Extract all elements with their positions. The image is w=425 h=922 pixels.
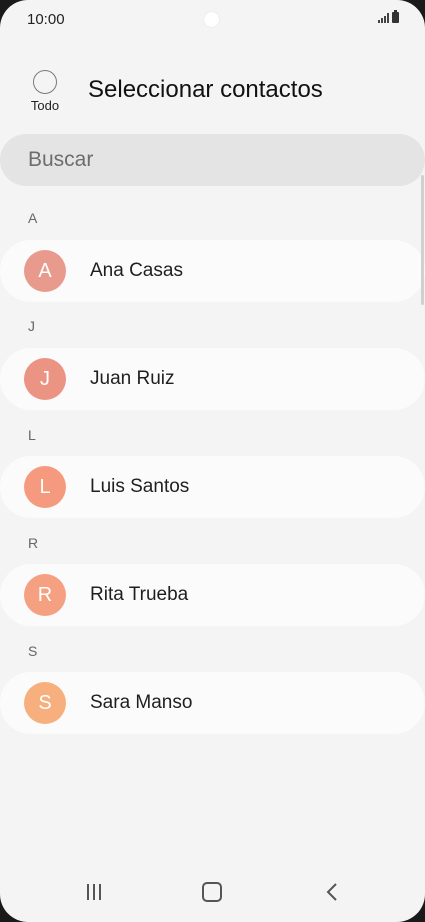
contact-row[interactable]: J Juan Ruiz [0, 348, 425, 410]
navigation-bar [0, 862, 425, 922]
contact-name: Juan Ruiz [90, 368, 175, 389]
header: Todo Seleccionar contactos [0, 60, 425, 120]
section-header-r: R [28, 535, 39, 551]
page-title: Seleccionar contactos [88, 76, 323, 103]
scrollbar[interactable] [421, 175, 424, 305]
contact-row[interactable]: S Sara Manso [0, 672, 425, 734]
section-header-a: A [28, 210, 38, 226]
avatar: J [24, 358, 66, 400]
status-time: 10:00 [27, 11, 65, 28]
avatar: S [24, 682, 66, 724]
avatar: R [24, 574, 66, 616]
recents-icon[interactable] [82, 880, 106, 904]
section-header-l: L [28, 427, 36, 443]
contact-row[interactable]: R Rita Trueba [0, 564, 425, 626]
phone-screen: 10:00 Todo Seleccionar contactos Buscar … [0, 0, 425, 922]
section-header-s: S [28, 643, 38, 659]
contact-name: Sara Manso [90, 692, 193, 713]
contact-name: Ana Casas [90, 260, 183, 281]
avatar: A [24, 250, 66, 292]
radio-icon[interactable] [33, 70, 57, 94]
select-all-label: Todo [30, 98, 60, 113]
section-header-j: J [28, 318, 35, 334]
status-bar: 10:00 [0, 0, 425, 40]
avatar: L [24, 466, 66, 508]
back-icon[interactable] [320, 880, 344, 904]
home-icon[interactable] [200, 880, 224, 904]
contact-name: Rita Trueba [90, 584, 189, 605]
contact-name: Luis Santos [90, 476, 190, 497]
search-input[interactable]: Buscar [0, 134, 425, 186]
contact-row[interactable]: A Ana Casas [0, 240, 425, 302]
front-camera [204, 12, 219, 27]
select-all-checkbox[interactable]: Todo [25, 70, 65, 113]
search-placeholder: Buscar [28, 148, 94, 171]
signal-icon [378, 13, 389, 23]
battery-icon [392, 10, 399, 23]
contact-row[interactable]: L Luis Santos [0, 456, 425, 518]
status-icons [378, 10, 399, 23]
